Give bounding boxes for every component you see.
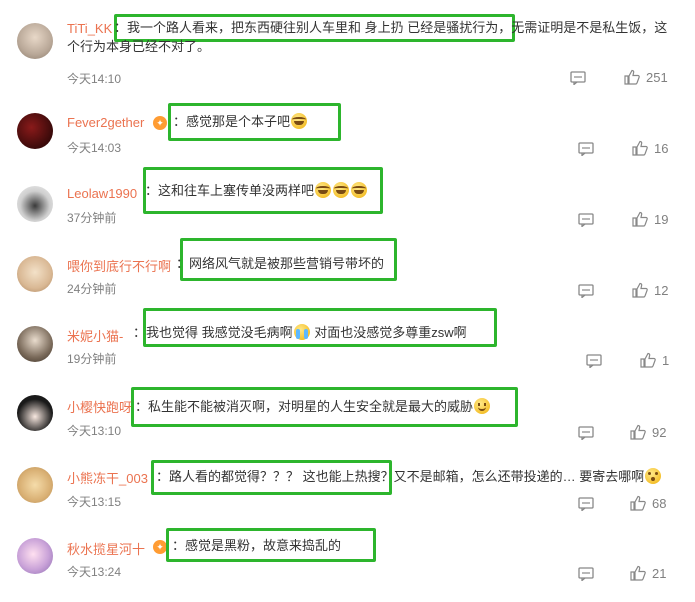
comment-username[interactable]: 秋水揽星河十 bbox=[67, 539, 145, 558]
like-count: 16 bbox=[654, 141, 669, 156]
comment-text-body: ：私生能不能被消灭啊，对明星的人生安全就是最大的威胁 bbox=[135, 399, 474, 414]
comment-time: 今天13:24 bbox=[67, 565, 122, 579]
badge-icon: ✦ bbox=[153, 540, 167, 554]
comment-time: 今天13:10 bbox=[67, 424, 122, 438]
comment-text-line2: 个行为本身已经不对了。 bbox=[67, 39, 211, 54]
comment-text-tail: 又不是邮箱，怎么还带投递的… 要寄去哪啊 bbox=[393, 469, 645, 484]
like-count: 12 bbox=[654, 283, 669, 298]
comment-time: 19分钟前 bbox=[67, 352, 117, 366]
comment-time: 37分钟前 bbox=[67, 211, 117, 225]
laugh-emoji-icon bbox=[333, 182, 350, 198]
scared-emoji-icon bbox=[645, 468, 662, 484]
comment-text-body-2: 对面也没感觉多尊重zsw啊 bbox=[310, 325, 467, 340]
laugh-emoji-icon bbox=[315, 182, 332, 198]
like-count: 21 bbox=[652, 566, 667, 581]
reply-icon[interactable] bbox=[578, 142, 594, 156]
comment-username[interactable]: 小樱快跑呀 bbox=[67, 397, 132, 416]
comment-text-main: ：我一个路人看来，把东西硬往别人车里和 身上扔 已经是骚扰行为， bbox=[114, 20, 512, 35]
comment-text: ：我一个路人看来，把东西硬往别人车里和 身上扔 已经是骚扰行为，无需证明是不是私… bbox=[114, 18, 667, 38]
comment-text-body: ：感觉那是个本子吧 bbox=[173, 114, 291, 129]
reply-icon[interactable] bbox=[578, 567, 594, 581]
laugh-emoji-icon bbox=[291, 113, 308, 129]
like-icon[interactable] bbox=[640, 352, 656, 368]
comment-username[interactable]: TiTi_KK bbox=[67, 21, 112, 36]
comment-username[interactable]: 米妮小猫- bbox=[67, 326, 123, 345]
reply-icon[interactable] bbox=[578, 284, 594, 298]
avatar[interactable] bbox=[17, 186, 53, 222]
comment-time: 今天14:10 bbox=[67, 72, 122, 86]
comment-username[interactable]: 喂你到底行不行啊 bbox=[67, 256, 171, 275]
avatar[interactable] bbox=[17, 256, 53, 292]
avatar[interactable] bbox=[17, 467, 53, 503]
comment-text: ：私生能不能被消灭啊，对明星的人生安全就是最大的威胁 bbox=[135, 397, 491, 417]
comment-time: 今天14:03 bbox=[67, 141, 122, 155]
comment-text-body: ：路人看的都觉得？？？ 这也能上热搜？ bbox=[156, 469, 394, 484]
like-icon[interactable] bbox=[632, 140, 648, 156]
like-icon[interactable] bbox=[624, 69, 640, 85]
comment-time: 24分钟前 bbox=[67, 282, 117, 296]
like-icon[interactable] bbox=[632, 282, 648, 298]
like-count: 251 bbox=[646, 70, 668, 85]
comment-text-body: ：我也觉得 我感觉没毛病啊 bbox=[133, 325, 293, 340]
comment-username[interactable]: Fever2gether bbox=[67, 115, 144, 130]
comment-text: ：我也觉得 我感觉没毛病啊 对面也没感觉多尊重zsw啊 bbox=[133, 323, 467, 343]
like-count: 1 bbox=[662, 353, 670, 368]
avatar[interactable] bbox=[17, 113, 53, 149]
comment-text-tail: 无需证明是不是私生饭，这 bbox=[511, 20, 668, 35]
like-count: 68 bbox=[652, 496, 667, 511]
like-icon[interactable] bbox=[630, 565, 646, 581]
like-count: 19 bbox=[654, 212, 669, 227]
comment-text: ：这和往车上塞传单没两样吧 bbox=[145, 181, 368, 201]
comment-username[interactable]: 小熊冻干_003 bbox=[67, 468, 148, 487]
laugh-emoji-icon bbox=[351, 182, 368, 198]
badge-icon: ✦ bbox=[153, 116, 167, 130]
reply-icon[interactable] bbox=[570, 71, 586, 85]
cry-emoji-icon bbox=[293, 324, 310, 340]
comment-text-body: ：这和往车上塞传单没两样吧 bbox=[145, 183, 315, 198]
like-count: 92 bbox=[652, 425, 667, 440]
comment-text: ：路人看的都觉得？？？ 这也能上热搜？又不是邮箱，怎么还带投递的… 要寄去哪啊 bbox=[156, 467, 662, 487]
reply-icon[interactable] bbox=[578, 426, 594, 440]
avatar[interactable] bbox=[17, 326, 53, 362]
reply-icon[interactable] bbox=[586, 354, 602, 368]
comment-text: ：感觉是黑粉，故意来捣乱的 bbox=[172, 538, 342, 553]
like-icon[interactable] bbox=[632, 211, 648, 227]
like-icon[interactable] bbox=[630, 495, 646, 511]
comment-text: ：网络风气就是被那些营销号带坏的 bbox=[176, 256, 385, 271]
comment-username[interactable]: Leolaw1990 bbox=[67, 186, 137, 201]
avatar[interactable] bbox=[17, 395, 53, 431]
avatar[interactable] bbox=[17, 538, 53, 574]
comment-time: 今天13:15 bbox=[67, 495, 122, 509]
reply-icon[interactable] bbox=[578, 213, 594, 227]
reply-icon[interactable] bbox=[578, 497, 594, 511]
comment-text: ：感觉那是个本子吧 bbox=[173, 112, 308, 132]
avatar[interactable] bbox=[17, 23, 53, 59]
like-icon[interactable] bbox=[630, 424, 646, 440]
smile-emoji-icon bbox=[474, 398, 491, 414]
